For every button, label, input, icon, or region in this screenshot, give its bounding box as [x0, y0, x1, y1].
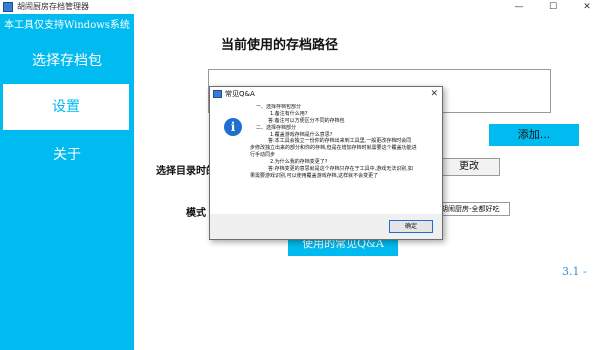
sidebar-item-settings[interactable]: 设置 — [3, 84, 129, 130]
mode-select[interactable]: 胡闹厨房-全都好吃 — [438, 202, 510, 216]
message-line: 二、选择存档部分 — [256, 124, 297, 131]
ok-button[interactable]: 确定 — [389, 220, 433, 233]
window-title: 胡闹厨房存档管理器 — [17, 2, 89, 11]
message-line: 答:存档变更的意思就是这个存档只存在于工具中,游戏无法识别,如 — [268, 166, 413, 173]
faq-dialog: 常见Q&A ✕ i 一、选择存档包部分 1.备注有什么用? 答:备注可以方便区分… — [209, 86, 443, 240]
dialog-message: 一、选择存档包部分 1.备注有什么用? 答:备注可以方便区分不同的存档包 二、选… — [250, 104, 438, 180]
minimize-icon[interactable]: — — [508, 0, 530, 14]
page-title: 当前使用的存档路径 — [221, 38, 339, 53]
message-line: 2.为什么我的存档变更了? — [270, 159, 328, 166]
sidebar: 本工具仅支持Windows系统 选择存档包 设置 关于 — [0, 14, 134, 350]
app-icon — [3, 2, 13, 12]
change-button[interactable]: 更改 — [438, 158, 500, 176]
message-line: 果需要游戏识别,可以使用覆盖游戏存档,这样就不会变更了 — [250, 172, 379, 179]
mode-label: 模式 — [186, 208, 206, 219]
sidebar-item-select-save-pack[interactable]: 选择存档包 — [0, 38, 134, 84]
message-line: 答:备注可以方便区分不同的存档包 — [268, 117, 345, 124]
dialog-body: i 一、选择存档包部分 1.备注有什么用? 答:备注可以方便区分不同的存档包 二… — [210, 101, 442, 214]
select-directory-label: 选择目录时的 — [156, 166, 216, 177]
dialog-title-bar: 常见Q&A ✕ — [210, 87, 442, 101]
title-bar: 胡闹厨房存档管理器 — ☐ ✕ — [0, 0, 600, 14]
dialog-app-icon — [213, 90, 222, 98]
close-icon[interactable]: ✕ — [576, 0, 598, 14]
platform-banner: 本工具仅支持Windows系统 — [4, 20, 130, 31]
dialog-close-icon[interactable]: ✕ — [430, 87, 438, 101]
maximize-icon[interactable]: ☐ — [542, 0, 564, 14]
sidebar-item-about[interactable]: 关于 — [0, 132, 134, 178]
info-icon: i — [224, 118, 242, 136]
app-window: 胡闹厨房存档管理器 — ☐ ✕ 本工具仅支持Windows系统 选择存档包 设置… — [0, 0, 600, 350]
message-line: 1.备注有什么用? — [270, 110, 308, 117]
version-label: 3.1 - — [562, 265, 587, 278]
message-line: 步修改独立出来的部分和你的存档,但是在增加存档时就需要这个覆盖功能进 — [250, 145, 417, 152]
dialog-title: 常见Q&A — [225, 90, 255, 98]
add-button[interactable]: 添加... — [489, 124, 579, 146]
message-line: 一、选择存档包部分 — [256, 104, 302, 110]
